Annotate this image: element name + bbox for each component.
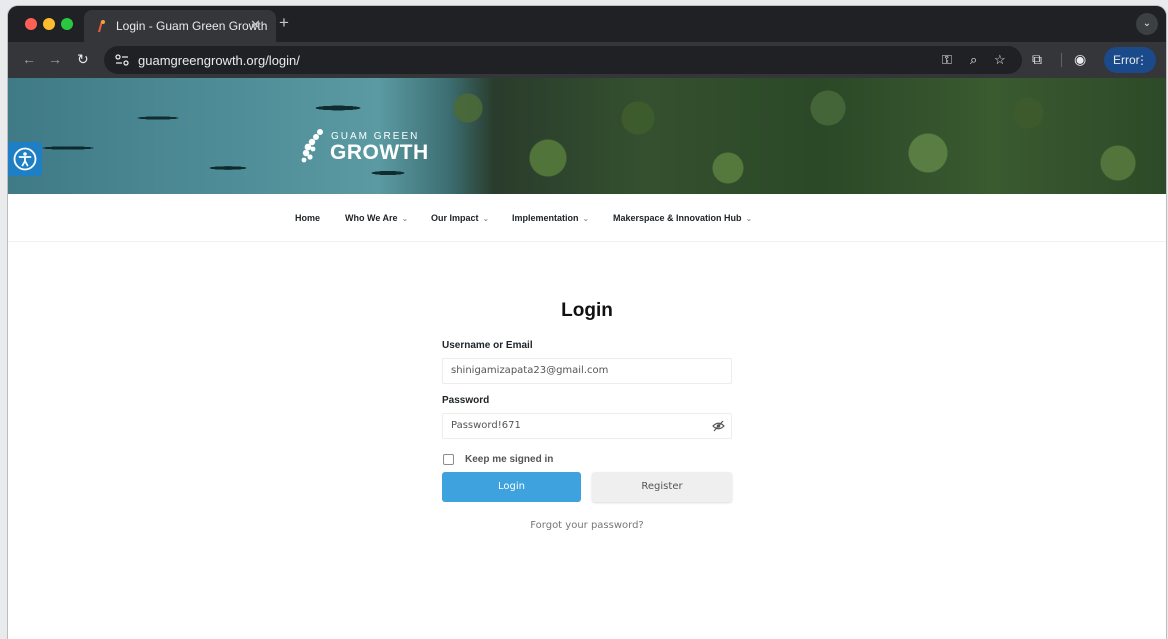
menu-dots-icon: ⋮ <box>1136 53 1148 67</box>
nav-home-label: Home <box>295 213 321 223</box>
keep-signed-in-checkbox[interactable] <box>443 454 454 465</box>
nav-home[interactable]: Home <box>295 213 320 223</box>
username-input[interactable]: shinigamizapata23@gmail.com <box>442 358 732 384</box>
forgot-password-link[interactable]: Forgot your password? <box>8 520 1166 531</box>
bookmark-star-icon[interactable]: ☆ <box>994 52 1006 68</box>
nav-who-we-are[interactable]: Who We Are ⌄ <box>345 213 408 223</box>
site-logo[interactable]: GUAM GREEN GROWTH <box>300 128 430 172</box>
browser-toolbar: ← → ↻ guamgreengrowth.org/login/ ⚿ ⌕ ☆ ⧉… <box>8 42 1166 78</box>
toggle-password-visibility-icon[interactable] <box>712 420 725 432</box>
accessibility-icon <box>13 147 37 171</box>
guam-island-logo-icon <box>301 129 323 163</box>
tab-strip: Login - Guam Green Growth ✕ + ⌄ <box>8 6 1166 42</box>
nav-makerspace-label: Makerspace & Innovation Hub <box>613 213 742 223</box>
password-key-icon[interactable]: ⚿ <box>942 52 952 68</box>
chevron-down-icon: ⌄ <box>401 214 409 223</box>
maximize-window-button[interactable] <box>61 18 73 30</box>
nav-our-impact[interactable]: Our Impact ⌄ <box>431 213 489 223</box>
address-bar[interactable]: guamgreengrowth.org/login/ ⚿ ⌕ ☆ <box>104 46 1022 74</box>
profile-icon[interactable]: ◉ <box>1074 51 1086 68</box>
forward-icon[interactable]: → <box>48 51 62 67</box>
nav-implementation[interactable]: Implementation ⌄ <box>512 213 589 223</box>
tab-search-icon[interactable]: ⌄ <box>1136 13 1158 35</box>
zoom-icon[interactable]: ⌕ <box>970 52 977 68</box>
tab-login[interactable]: Login - Guam Green Growth ✕ <box>84 10 276 42</box>
main-navigation: Home Who We Are ⌄ Our Impact ⌄ Implementat… <box>8 194 1166 242</box>
nav-makerspace[interactable]: Makerspace & Innovation Hub ⌄ <box>613 213 752 223</box>
reload-icon[interactable]: ↻ <box>77 51 89 68</box>
tab-title: Login - Guam Green Growth <box>116 19 268 33</box>
new-tab-button[interactable]: + <box>279 13 289 33</box>
web-page: GUAM GREEN GROWTH Home Who We Are ⌄ Our I… <box>8 78 1166 639</box>
hero-banner: GUAM GREEN GROWTH <box>8 78 1166 194</box>
login-button[interactable]: Login <box>442 472 581 502</box>
register-button[interactable]: Register <box>592 472 732 502</box>
browser-window: Login - Guam Green Growth ✕ + ⌄ ← → ↻ gu… <box>8 6 1166 639</box>
keep-signed-in-label[interactable]: Keep me signed in <box>465 454 553 465</box>
page-title: Login <box>561 300 613 321</box>
forest-background <box>428 78 1166 194</box>
minimize-window-button[interactable] <box>43 18 55 30</box>
back-icon[interactable]: ← <box>22 51 36 67</box>
nav-our-impact-label: Our Impact <box>431 213 479 223</box>
username-label: Username or Email <box>442 340 533 351</box>
error-chip[interactable]: Error ⋮ <box>1104 47 1156 73</box>
site-info-icon[interactable] <box>114 53 130 67</box>
close-window-button[interactable] <box>25 18 37 30</box>
password-label: Password <box>442 395 490 406</box>
chevron-down-icon: ⌄ <box>582 214 590 223</box>
tab-close-icon[interactable]: ✕ <box>250 17 261 33</box>
nav-who-we-are-label: Who We Are <box>345 213 398 223</box>
extensions-icon[interactable]: ⧉ <box>1032 51 1042 68</box>
chevron-down-icon: ⌄ <box>482 214 490 223</box>
chevron-down-icon: ⌄ <box>745 214 753 223</box>
nav-implementation-label: Implementation <box>512 213 579 223</box>
accessibility-button[interactable] <box>8 142 42 176</box>
url-text: guamgreengrowth.org/login/ <box>138 53 300 68</box>
logo-text-bottom: GROWTH <box>330 141 429 164</box>
toolbar-divider <box>1061 53 1062 67</box>
favicon-icon <box>98 20 105 33</box>
password-input[interactable]: Password!671 <box>442 413 732 439</box>
